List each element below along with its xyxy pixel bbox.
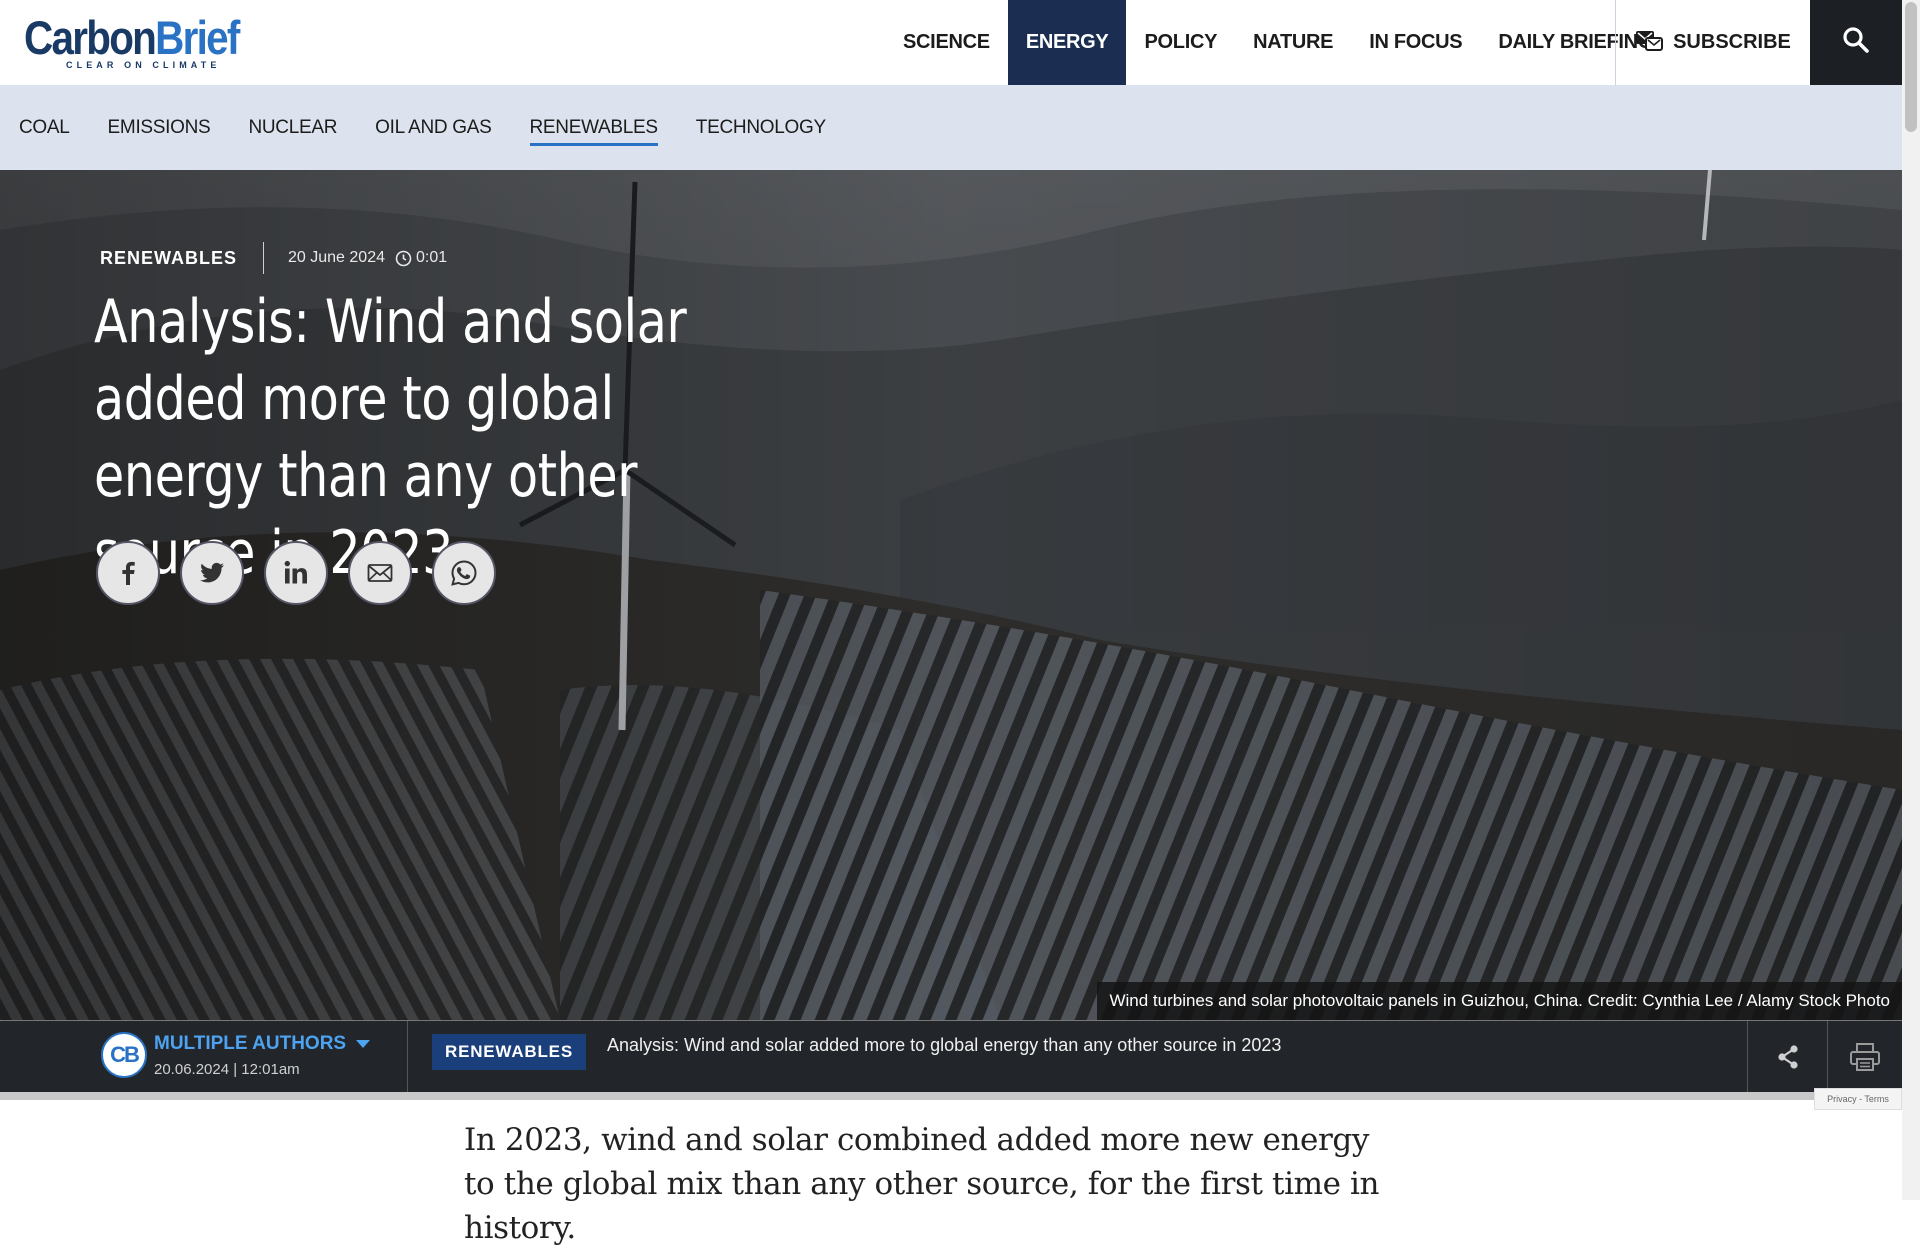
image-caption: Wind turbines and solar photovoltaic pan… <box>1097 982 1902 1020</box>
hero-image: RENEWABLES 20 June 2024 0:01 Analysis: W… <box>0 170 1902 1020</box>
article-lede: In 2023, wind and solar combined added m… <box>464 1122 1380 1246</box>
share-button[interactable] <box>1747 1021 1827 1093</box>
subscribe-label: SUBSCRIBE <box>1673 31 1791 53</box>
share-twitter-button[interactable] <box>180 541 244 605</box>
nav-policy[interactable]: POLICY <box>1126 0 1235 85</box>
scrollbar-thumb[interactable] <box>1905 2 1917 132</box>
nav-nature[interactable]: NATURE <box>1235 0 1351 85</box>
subnav-oil-and-gas[interactable]: OIL AND GAS <box>356 85 510 170</box>
subscribe-button[interactable]: SUBSCRIBE <box>1615 0 1810 85</box>
facebook-icon <box>122 561 135 585</box>
search-icon <box>1842 26 1870 59</box>
divider <box>407 1021 408 1093</box>
print-button[interactable] <box>1827 1021 1902 1093</box>
nav-energy[interactable]: ENERGY <box>1007 0 1127 85</box>
main-nav: SCIENCE ENERGY POLICY NATURE IN FOCUS DA… <box>885 0 1671 85</box>
subnav-renewables[interactable]: RENEWABLES <box>511 85 677 170</box>
sub-nav: COAL EMISSIONS NUCLEAR OIL AND GAS RENEW… <box>0 85 1902 170</box>
nav-science[interactable]: SCIENCE <box>885 0 1008 85</box>
publish-datetime: 20.06.2024 | 12:01am <box>154 1061 300 1078</box>
article-author-bar: CB MULTIPLE AUTHORS 20.06.2024 | 12:01am… <box>0 1020 1902 1093</box>
search-button[interactable] <box>1810 0 1902 85</box>
chevron-down-icon <box>356 1040 371 1048</box>
recaptcha-badge[interactable]: Privacy - Terms <box>1814 1088 1902 1110</box>
subscribe-icon <box>1635 28 1664 58</box>
clock-icon <box>395 250 412 266</box>
author-avatar[interactable]: CB <box>101 1032 147 1078</box>
subnav-technology[interactable]: TECHNOLOGY <box>677 85 845 170</box>
nav-in-focus[interactable]: IN FOCUS <box>1351 0 1480 85</box>
carbonbrief-logo[interactable]: CarbonBrief CLEAR ON CLIMATE <box>24 11 274 71</box>
logo-wordmark: CarbonBrief <box>24 11 240 64</box>
authors-label: MULTIPLE AUTHORS <box>154 1033 347 1054</box>
whatsapp-icon <box>451 560 477 586</box>
page-scrollbar[interactable] <box>1902 0 1920 1200</box>
share-icon <box>1777 1045 1798 1069</box>
reading-time-value: 0:01 <box>416 249 448 266</box>
subnav-nuclear[interactable]: NUCLEAR <box>229 85 356 170</box>
email-icon <box>367 564 393 582</box>
article-category[interactable]: RENEWABLES <box>100 242 265 274</box>
category-badge[interactable]: RENEWABLES <box>432 1034 586 1070</box>
reading-progress-bar <box>0 1092 1902 1100</box>
linkedin-icon <box>284 560 307 584</box>
article-meta: RENEWABLES 20 June 2024 0:01 <box>100 242 447 274</box>
twitter-icon <box>200 562 224 583</box>
print-icon <box>1850 1043 1880 1071</box>
subnav-coal[interactable]: COAL <box>0 85 89 170</box>
article-date: 20 June 2024 <box>288 249 385 266</box>
site-header: CarbonBrief CLEAR ON CLIMATE SCIENCE ENE… <box>0 0 1902 85</box>
subnav-emissions[interactable]: EMISSIONS <box>89 85 230 170</box>
sticky-article-title: Analysis: Wind and solar added more to g… <box>607 1035 1282 1055</box>
authors-dropdown[interactable]: MULTIPLE AUTHORS <box>154 1033 371 1055</box>
share-buttons <box>96 541 496 605</box>
share-whatsapp-button[interactable] <box>432 541 496 605</box>
share-facebook-button[interactable] <box>96 541 160 605</box>
reading-time: 0:01 <box>395 249 447 267</box>
share-email-button[interactable] <box>348 541 412 605</box>
share-linkedin-button[interactable] <box>264 541 328 605</box>
